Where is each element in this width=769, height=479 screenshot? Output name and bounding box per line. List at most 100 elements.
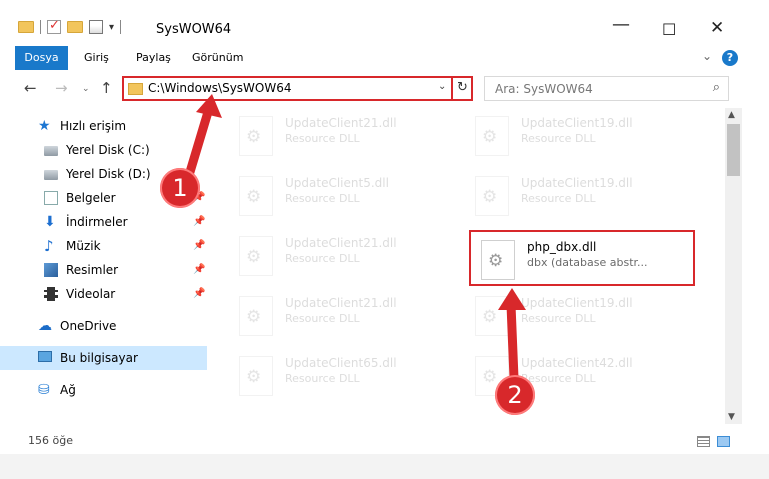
- back-button[interactable]: ←: [24, 79, 37, 97]
- address-bar[interactable]: C:\Windows\SysWOW64 ⌄ ↻: [122, 76, 473, 101]
- maximize-button[interactable]: ☐: [662, 20, 676, 39]
- address-divider: [451, 78, 453, 99]
- file-name: UpdateClient21.dll: [285, 236, 397, 250]
- file-name: UpdateClient5.dll: [285, 176, 389, 190]
- search-input[interactable]: Ara: SysWOW64 ⌕: [484, 76, 729, 101]
- sidebar-item[interactable]: Videolar 📌: [0, 282, 207, 306]
- address-path[interactable]: C:\Windows\SysWOW64: [148, 81, 292, 95]
- large-icons-view-icon[interactable]: [717, 436, 730, 447]
- file-name: php_dbx.dll: [527, 240, 597, 254]
- folder-icon[interactable]: [18, 21, 34, 33]
- file-item[interactable]: UpdateClient5.dll Resource DLL: [229, 168, 455, 224]
- file-description: Resource DLL: [285, 132, 360, 145]
- file-item[interactable]: UpdateClient21.dll Resource DLL: [229, 108, 455, 164]
- tab-view[interactable]: Görünüm: [192, 46, 243, 70]
- scroll-up-icon[interactable]: ▲: [728, 110, 735, 120]
- sidebar-item[interactable]: ⛁ Ağ: [0, 378, 207, 402]
- download-icon: ⬇: [44, 214, 56, 230]
- sidebar-item-label: Bu bilgisayar: [60, 351, 138, 365]
- file-item[interactable]: UpdateClient21.dll Resource DLL: [229, 228, 455, 284]
- pictures-icon: [44, 263, 58, 277]
- sidebar-item-label: Videolar: [66, 287, 116, 301]
- sidebar-item-label: Resimler: [66, 263, 119, 277]
- up-button[interactable]: ↑: [100, 79, 113, 97]
- file-description: Resource DLL: [521, 372, 596, 385]
- properties-check-icon[interactable]: [47, 18, 61, 34]
- file-name: UpdateClient42.dll: [521, 356, 633, 370]
- file-item[interactable]: UpdateClient21.dll Resource DLL: [229, 288, 455, 344]
- navigation-bar: ← → ⌄ ↑ C:\Windows\SysWOW64 ⌄ ↻ Ara: Sys…: [0, 74, 769, 104]
- refresh-button[interactable]: ↻: [457, 80, 468, 95]
- dll-file-icon: [475, 116, 509, 156]
- minimize-button[interactable]: —: [612, 14, 630, 35]
- file-name: UpdateClient21.dll: [285, 296, 397, 310]
- file-item[interactable]: UpdateClient19.dll Resource DLL: [465, 108, 691, 164]
- sidebar-item[interactable]: Resimler 📌: [0, 258, 207, 282]
- address-dropdown-chevron-icon[interactable]: ⌄: [438, 81, 446, 92]
- file-item[interactable]: UpdateClient19.dll Resource DLL: [465, 288, 691, 344]
- search-icon: ⌕: [712, 80, 720, 95]
- forward-button[interactable]: →: [55, 79, 68, 97]
- dll-file-icon: [239, 296, 273, 336]
- scroll-down-icon[interactable]: ▼: [728, 412, 735, 422]
- file-description: Resource DLL: [521, 312, 596, 325]
- music-icon: ♪: [44, 237, 54, 255]
- file-item[interactable]: UpdateClient19.dll Resource DLL: [465, 168, 691, 224]
- file-description: Resource DLL: [285, 372, 360, 385]
- sidebar-item-label: Müzik: [66, 239, 101, 253]
- close-button[interactable]: ✕: [710, 18, 724, 38]
- file-name: UpdateClient19.dll: [521, 296, 633, 310]
- callout-step-2: 2: [495, 375, 535, 415]
- dll-file-icon: [239, 176, 273, 216]
- tab-home[interactable]: Giriş: [84, 46, 109, 70]
- highlighted-file-item[interactable]: php_dbx.dlldbx (database abstr...: [469, 230, 695, 286]
- file-name: UpdateClient65.dll: [285, 356, 397, 370]
- sidebar-item-label: İndirmeler: [66, 215, 128, 229]
- file-item[interactable]: UpdateClient65.dll Resource DLL: [229, 348, 455, 404]
- documents-icon: [44, 191, 58, 205]
- sidebar-item[interactable]: ★ Hızlı erişim: [0, 114, 207, 138]
- star-icon: ★: [38, 118, 51, 134]
- dll-file-icon: [239, 236, 273, 276]
- sidebar-item-label: Ağ: [60, 383, 76, 397]
- expand-ribbon-chevron-icon[interactable]: ⌄: [702, 49, 712, 63]
- pin-icon[interactable]: 📌: [193, 282, 205, 306]
- file-description: Resource DLL: [285, 192, 360, 205]
- properties-icon[interactable]: [89, 20, 103, 34]
- disk-icon: [44, 146, 58, 156]
- pin-icon[interactable]: 📌: [193, 234, 205, 258]
- sidebar-item[interactable]: Bu bilgisayar: [0, 346, 207, 370]
- details-view-icon[interactable]: [697, 436, 710, 447]
- scrollbar-thumb[interactable]: [727, 124, 740, 176]
- customize-toolbar-chevron-icon[interactable]: ▾: [109, 22, 114, 33]
- quick-access-toolbar: ▾: [18, 18, 122, 34]
- file-description: dbx (database abstr...: [527, 256, 648, 269]
- tab-file[interactable]: Dosya: [15, 46, 68, 70]
- file-name: UpdateClient19.dll: [521, 176, 633, 190]
- sidebar-item[interactable]: ☁ OneDrive: [0, 314, 207, 338]
- new-folder-icon[interactable]: [67, 21, 83, 33]
- dll-file-icon: [239, 356, 273, 396]
- file-description: Resource DLL: [521, 192, 596, 205]
- sidebar-item-label: Belgeler: [66, 191, 116, 205]
- sidebar-item-label: Hızlı erişim: [60, 119, 127, 133]
- toolbar-divider: [120, 20, 122, 34]
- tab-share[interactable]: Paylaş: [136, 46, 171, 70]
- sidebar-item[interactable]: ⬇ İndirmeler 📌: [0, 210, 207, 234]
- file-name: UpdateClient21.dll: [285, 116, 397, 130]
- sidebar-item-label: OneDrive: [60, 319, 117, 333]
- file-description: Resource DLL: [285, 312, 360, 325]
- help-icon[interactable]: ?: [722, 50, 738, 66]
- search-placeholder: Ara: SysWOW64: [495, 82, 593, 96]
- pin-icon[interactable]: 📌: [193, 258, 205, 282]
- status-bar: 156 öğe: [0, 428, 769, 452]
- item-count: 156 öğe: [28, 434, 73, 447]
- sidebar-item[interactable]: Yerel Disk (C:): [0, 138, 207, 162]
- disk-icon: [44, 170, 58, 180]
- window-bottom-edge: [0, 454, 769, 479]
- ribbon-tabs: Dosya Giriş Paylaş Görünüm ⌄ ?: [0, 46, 769, 70]
- sidebar-item[interactable]: ♪ Müzik 📌: [0, 234, 207, 258]
- vertical-scrollbar[interactable]: ▲ ▼: [725, 108, 742, 424]
- pin-icon[interactable]: 📌: [193, 210, 205, 234]
- recent-locations-chevron-icon[interactable]: ⌄: [82, 84, 90, 94]
